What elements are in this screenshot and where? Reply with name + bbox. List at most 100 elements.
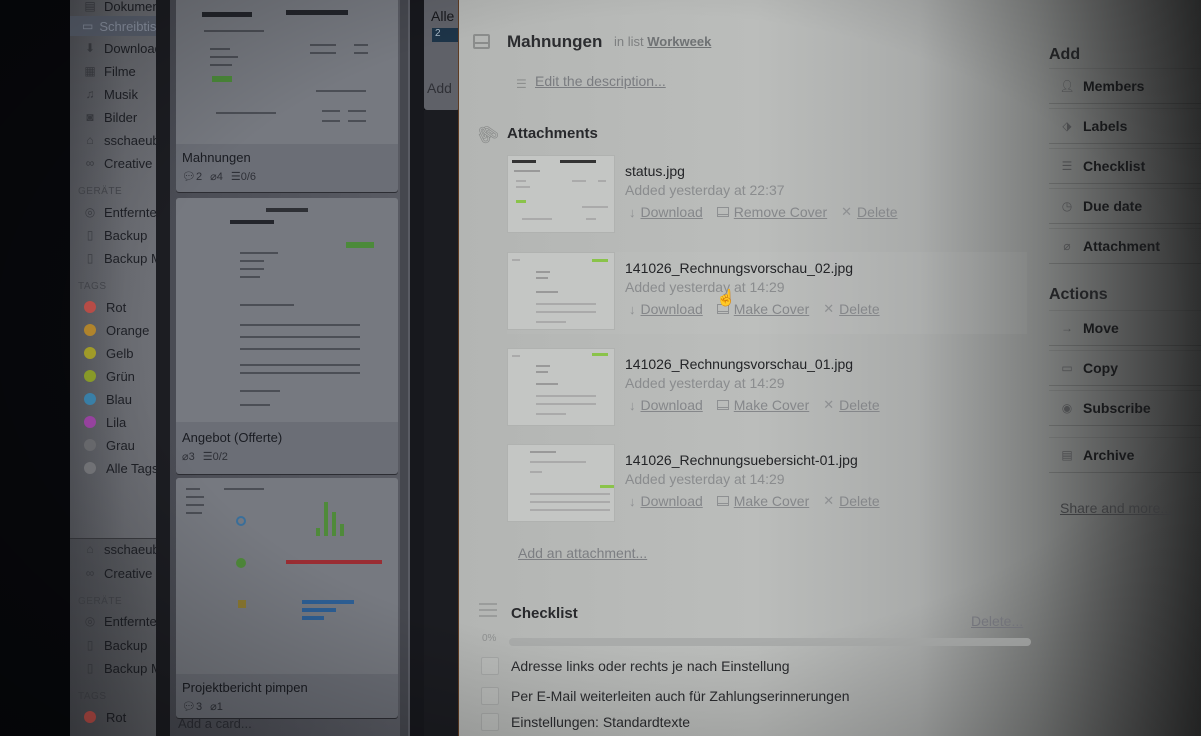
card-mahnungen[interactable]: Mahnungen 💬︎2 ⌀4 ☰0/6 [176,0,398,192]
tag-orange[interactable]: Orange [82,320,149,340]
finder-item-backup-m[interactable]: ▯ Backup M [82,248,162,268]
finder-item-home[interactable]: ⌂ sschaeub [82,130,159,150]
add-labels-button[interactable]: ⬗ Labels [1049,108,1201,144]
add-checklist-button[interactable]: ☰ Checklist [1049,148,1201,184]
download-button[interactable]: ↓ Download [629,493,703,509]
list-link[interactable]: Workweek [647,34,711,49]
board-list: Mahnungen 💬︎2 ⌀4 ☰0/6 Angebot (Offerte) [170,0,410,736]
checklist-checkbox[interactable] [481,713,499,731]
tag-rot[interactable]: Rot [82,707,126,727]
tag-lila[interactable]: Lila [82,412,126,432]
checklist-checkbox[interactable] [481,657,499,675]
move-button[interactable]: → Move [1049,310,1201,346]
download-button[interactable]: ↓ Download [629,301,703,317]
list-scrollbar[interactable] [400,0,408,736]
delete-attachment-button[interactable]: ✕ Delete [823,493,879,509]
attachment-badge: ⌀4 [210,171,223,183]
attachment-added-time: Added yesterday at 14:29 [625,279,785,295]
attachment-filename: 141026_Rechnungsvorschau_02.jpg [625,260,854,276]
tag-color-dot [84,416,96,428]
in-list-label: in list Workweek [614,34,712,49]
finder-item-downloads[interactable]: ⬇ Downloads [82,38,162,58]
edit-description-link[interactable]: Edit the description... [535,73,666,89]
finder-item-backup-m[interactable]: ▯ Backup M [82,658,162,678]
checklist-item-text[interactable]: Einstellungen: Standardtexte [511,714,690,730]
download-button[interactable]: ↓ Download [629,204,703,220]
attachment-filename: 141026_Rechnungsvorschau_01.jpg [625,356,854,372]
finder-item-entfernte[interactable]: ◎ Entfernte [82,611,157,631]
attachment-thumbnail[interactable] [507,348,615,426]
archive-button[interactable]: ▤ Archive [1049,437,1201,473]
tag-grau[interactable]: Grau [82,435,135,455]
actions-heading: Actions [1049,286,1108,303]
delete-attachment-button[interactable]: ✕ Delete [823,397,879,413]
subscribe-button[interactable]: ◉ Subscribe [1049,390,1201,426]
download-arrow-icon: ↓ [629,397,636,413]
attachment-filename: 141026_Rechnungsuebersicht-01.jpg [625,452,858,468]
finder-lower-pane: ⌂ sschaeub ∞ Creative GERÄTE ◎ Entfernte ▯ B… [70,538,162,736]
attachment-item: 141026_Rechnungsuebersicht-01.jpg Added … [507,444,1027,526]
delete-attachment-button[interactable]: ✕ Delete [841,204,897,220]
finder-item-filme[interactable]: ▦ Filme [82,61,135,81]
finder-item-bilder[interactable]: ◙ Bilder [82,107,137,127]
make-cover-button[interactable]: Make Cover [716,493,809,509]
delete-checklist-link[interactable]: Delete... [971,613,1023,629]
card-angebot[interactable]: Angebot (Offerte) ⌀3 ☰0/2 [176,198,398,474]
add-members-button[interactable]: 👤︎ Members [1049,68,1201,104]
attachment-filename: status.jpg [625,163,685,179]
card-projektbericht[interactable]: Projektbericht pimpen 💬︎3 ⌀1 [176,478,398,718]
finder-item-creative[interactable]: ∞ Creative [82,153,153,173]
next-list: Alle 2 Add [424,0,462,110]
drive-icon: ▯ [86,661,94,675]
download-arrow-icon: ↓ [629,301,636,317]
cover-icon [716,207,729,217]
finder-item-schreibtisch[interactable]: ▭Schreibtisch [70,16,162,36]
tag-alle[interactable]: Alle Tags [82,458,159,478]
download-icon: ⬇ [84,41,96,55]
close-icon: ✕ [823,301,835,316]
attachment-added-time: Added yesterday at 22:37 [625,182,785,198]
share-and-more-link[interactable]: Share and more... [1060,500,1172,516]
download-button[interactable]: ↓ Download [629,397,703,413]
comment-icon: 💬︎ [182,171,196,183]
delete-attachment-button[interactable]: ✕ Delete [823,301,879,317]
tag-rot[interactable]: Rot [82,297,126,317]
download-arrow-icon: ↓ [629,204,636,220]
add-card-link[interactable]: Add a card... [178,716,252,731]
checklist-item: Adresse links oder rechts je nach Einste… [481,656,1041,682]
copy-button[interactable]: ▭ Copy [1049,350,1201,386]
card-detail-main: Mahnungen in list Workweek ☰ Edit the de… [459,0,1039,736]
document-icon: ▤ [84,0,96,13]
finder-item-dokumente[interactable]: ▤Dokumente [82,0,162,16]
checklist-item-text[interactable]: Adresse links oder rechts je nach Einste… [511,658,790,674]
finder-item-backup[interactable]: ▯ Backup [82,225,148,245]
paperclip-icon: ⌀ [210,171,217,183]
tag-gelb[interactable]: Gelb [82,343,133,363]
cover-icon [716,400,729,410]
attachment-thumbnail[interactable] [507,444,615,522]
card-detail-title[interactable]: Mahnungen [507,32,602,52]
finder-item-backup[interactable]: ▯ Backup [82,635,148,655]
checklist-icon [479,603,497,621]
attachment-actions: ↓ Download Remove Cover ✕ Delete [629,204,898,220]
finder-item-musik[interactable]: ♫ Musik [82,84,138,104]
drive-icon: ▯ [86,251,94,265]
card-cover-image [176,478,398,674]
finder-item-home[interactable]: ⌂ sschaeub [82,539,159,559]
tag-blau[interactable]: Blau [82,389,132,409]
add-attachment-button[interactable]: ⌀ Attachment [1049,228,1201,264]
next-list-title: Alle [431,8,455,24]
add-due-date-button[interactable]: ◷ Due date [1049,188,1201,224]
checklist-item-text[interactable]: Per E-Mail weiterleiten auch für Zahlung… [511,688,850,704]
finder-item-entfernte[interactable]: ◎ Entfernte [82,202,157,222]
make-cover-button[interactable]: Make Cover [716,397,809,413]
remove-cover-button[interactable]: Remove Cover [716,204,827,220]
checklist-checkbox[interactable] [481,687,499,705]
finder-item-creative[interactable]: ∞ Creative [82,563,153,583]
camera-icon: ◙ [86,110,94,124]
add-attachment-link[interactable]: Add an attachment... [518,545,647,561]
next-list-add[interactable]: Add [427,80,452,96]
tag-gruen[interactable]: Grün [82,366,135,386]
attachment-thumbnail[interactable] [507,252,615,330]
attachment-thumbnail[interactable] [507,155,615,233]
